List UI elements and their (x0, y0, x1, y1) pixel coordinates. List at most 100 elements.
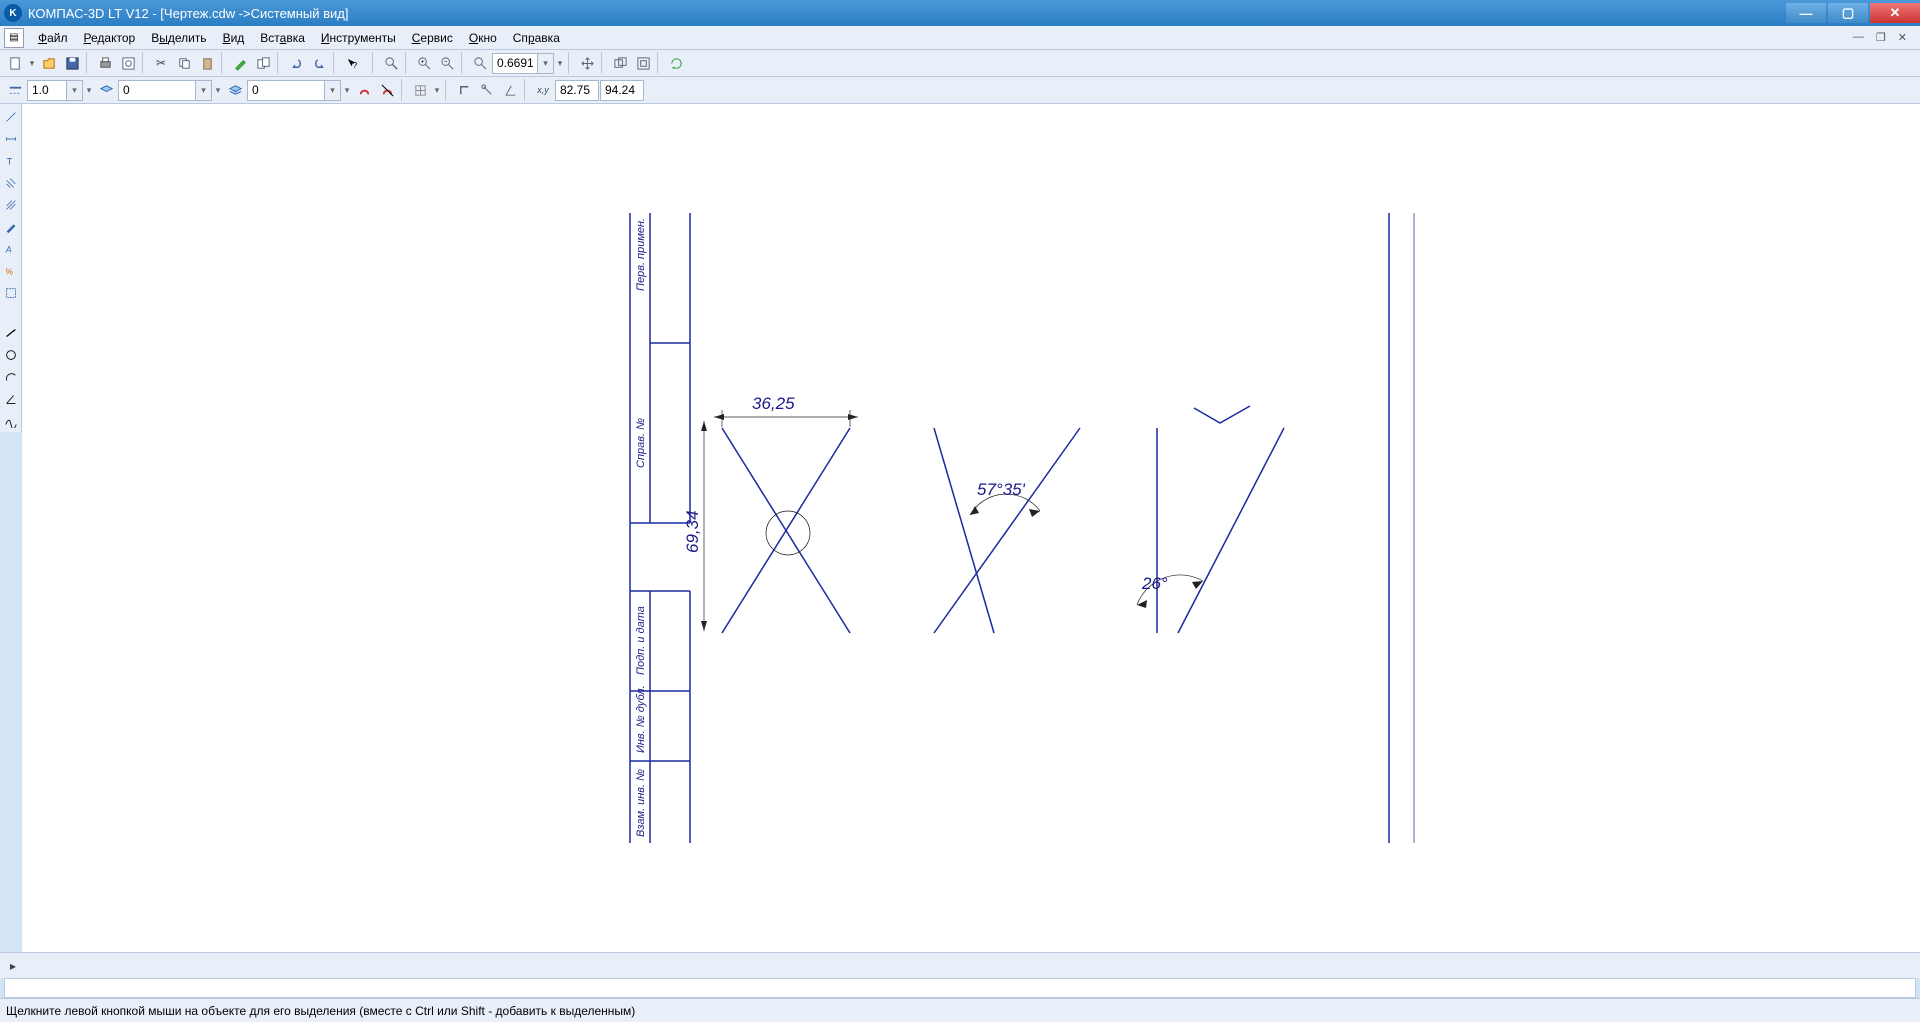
close-button[interactable]: ✕ (1870, 3, 1920, 23)
coord-x-input[interactable] (556, 81, 598, 100)
frame-label-3: Подп. и дата (635, 606, 647, 675)
undo-button[interactable] (285, 52, 307, 74)
snap2-button[interactable] (376, 79, 398, 101)
tool-param-icon[interactable]: A (1, 239, 21, 259)
svg-text:−: − (443, 58, 447, 65)
layer2-combo[interactable]: ▾ (247, 80, 341, 101)
redraw-button[interactable] (665, 52, 687, 74)
menu-window[interactable]: Окно (461, 28, 505, 48)
message-input[interactable] (4, 978, 1916, 998)
tool-arc-icon[interactable] (1, 367, 21, 387)
pan-button[interactable] (576, 52, 598, 74)
coord-y-input[interactable] (601, 81, 643, 100)
document-icon[interactable]: ▤ (4, 28, 24, 48)
frame-label-5: Взам. инв. № (635, 769, 647, 837)
coord-y-field[interactable] (600, 80, 644, 101)
dimension-angle2: 26° (1141, 574, 1168, 593)
app-icon: K (4, 4, 22, 22)
toolbar-state: ▾ ▾ ▾ ▾ ▾ ▾ ▾ x,y (0, 77, 1920, 104)
layer1-combo[interactable]: ▾ (118, 80, 212, 101)
copy-properties-button[interactable] (252, 52, 274, 74)
tool-hatch-icon[interactable] (1, 173, 21, 193)
zoom-out-button[interactable]: − (436, 52, 458, 74)
print-button[interactable] (94, 52, 116, 74)
tool-text-icon[interactable]: T (1, 151, 21, 171)
zoom-combo[interactable]: ▾ (492, 53, 554, 74)
menu-edit[interactable]: Редактор (76, 28, 144, 48)
status-bar: Щелкните левой кнопкой мыши на объекте д… (0, 998, 1920, 1022)
minimize-button[interactable]: — (1786, 3, 1826, 23)
menubar: ▤ Файл Редактор Выделить Вид Вставка Инс… (0, 26, 1920, 50)
copy-button[interactable] (173, 52, 195, 74)
menu-view[interactable]: Вид (215, 28, 253, 48)
new-dropdown[interactable]: ▾ (27, 58, 37, 69)
new-button[interactable] (4, 52, 26, 74)
menu-insert[interactable]: Вставка (252, 28, 313, 48)
window-title: КОМПАС-3D LT V12 - [Чертеж.cdw ->Системн… (28, 6, 349, 21)
grid-button[interactable] (409, 79, 431, 101)
zoom-input[interactable] (493, 54, 537, 73)
svg-text:+: + (420, 58, 424, 65)
dimension-height: 69,34 (683, 510, 702, 553)
tool-geometry-icon[interactable] (1, 107, 21, 127)
mdi-minimize-icon[interactable]: — (1850, 31, 1867, 44)
open-button[interactable] (38, 52, 60, 74)
frame-label-4: Инв. № дубл. (635, 685, 647, 753)
local-cs-button[interactable] (499, 79, 521, 101)
menu-service[interactable]: Сервис (404, 28, 461, 48)
zoom-scale-button[interactable] (469, 52, 491, 74)
layer2-dd[interactable]: ▾ (342, 85, 352, 96)
layer2-input[interactable] (248, 81, 324, 100)
save-button[interactable] (61, 52, 83, 74)
mdi-restore-icon[interactable]: ❐ (1873, 31, 1889, 44)
property-bar: ▸ (0, 952, 1920, 978)
paste-button[interactable] (196, 52, 218, 74)
tool-select-icon[interactable] (1, 283, 21, 303)
tool-dimensions-icon[interactable] (1, 129, 21, 149)
redo-button[interactable] (308, 52, 330, 74)
zoom-dropdown[interactable]: ▾ (555, 58, 565, 69)
layer-button[interactable] (95, 79, 117, 101)
canvas[interactable]: Перв. примен. Справ. № Подп. и дата Инв.… (22, 104, 1920, 952)
round-button[interactable] (476, 79, 498, 101)
titlebar: K КОМПАС-3D LT V12 - [Чертеж.cdw ->Систе… (0, 0, 1920, 26)
dimension-width: 36,25 (752, 394, 795, 413)
ortho-button[interactable] (453, 79, 475, 101)
tool-angle-icon[interactable] (1, 389, 21, 409)
zoom-all-button[interactable] (632, 52, 654, 74)
property-toggle-icon[interactable]: ▸ (2, 955, 24, 977)
tool-circle-icon[interactable] (1, 345, 21, 365)
menu-help[interactable]: Справка (505, 28, 568, 48)
properties-button[interactable] (229, 52, 251, 74)
zoom-window-button[interactable] (380, 52, 402, 74)
dimension-angle1: 57°35' (977, 480, 1026, 499)
layer1-input[interactable] (119, 81, 195, 100)
frame-label-2: Справ. № (635, 418, 647, 468)
svg-text:%: % (6, 268, 13, 277)
help-arrow-button[interactable]: ? (341, 52, 363, 74)
line-style-button[interactable] (4, 79, 26, 101)
tool-measure-icon[interactable]: % (1, 261, 21, 281)
menu-tools[interactable]: Инструменты (313, 28, 404, 48)
coord-x-field[interactable] (555, 80, 599, 101)
layers-mgr-button[interactable] (224, 79, 246, 101)
zoom-in-button[interactable]: + (413, 52, 435, 74)
preview-button[interactable] (117, 52, 139, 74)
menu-select[interactable]: Выделить (143, 28, 214, 48)
coord-mode-button[interactable]: x,y (532, 79, 554, 101)
layer1-dd[interactable]: ▾ (213, 85, 223, 96)
tool-hatch2-icon[interactable] (1, 195, 21, 215)
snap-button[interactable] (353, 79, 375, 101)
menu-file[interactable]: Файл (30, 28, 76, 48)
line-style-dd[interactable]: ▾ (84, 85, 94, 96)
grid-dd[interactable]: ▾ (432, 85, 442, 96)
line-style-combo[interactable]: ▾ (27, 80, 83, 101)
mdi-close-icon[interactable]: ✕ (1895, 31, 1910, 44)
tool-segment-icon[interactable] (1, 323, 21, 343)
zoom-prev-button[interactable] (609, 52, 631, 74)
tool-spline-icon[interactable] (1, 411, 21, 431)
maximize-button[interactable]: ▢ (1828, 3, 1868, 23)
line-style-input[interactable] (28, 81, 66, 100)
cut-button[interactable]: ✂ (150, 52, 172, 74)
tool-edit-icon[interactable] (1, 217, 21, 237)
